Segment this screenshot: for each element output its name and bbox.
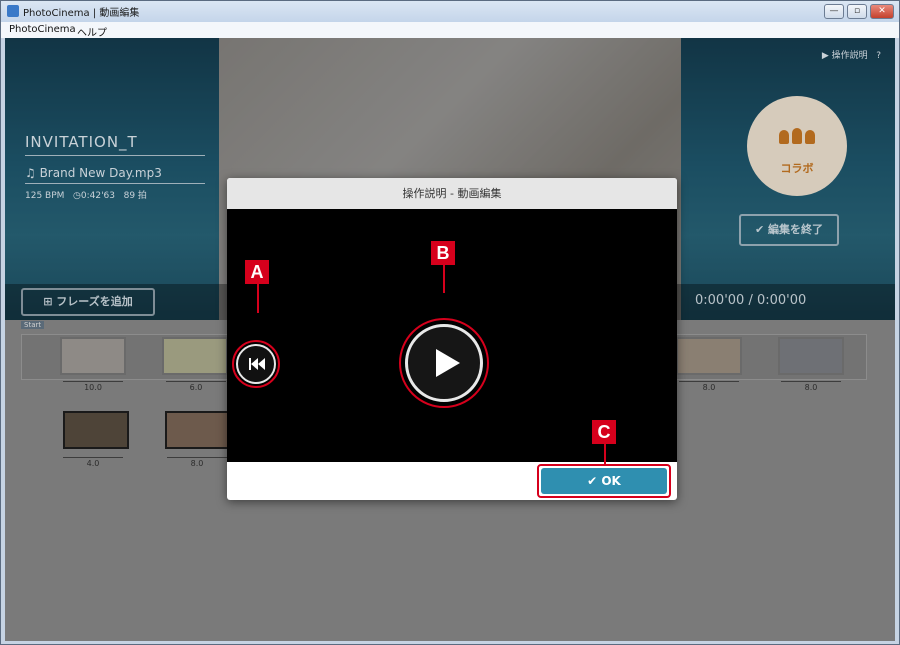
collab-label: コラボ: [780, 162, 814, 175]
clip-thumbnail[interactable]: [778, 337, 844, 375]
app-icon: [7, 5, 19, 17]
clip-duration: 10.0: [63, 381, 123, 392]
callout-b-line: [443, 265, 445, 293]
clock-icon: ◷: [73, 191, 81, 201]
clip-thumbnail[interactable]: [676, 337, 742, 375]
timecode: 0:00'00 / 0:00'00: [695, 293, 807, 308]
help-link[interactable]: ▶ 操作説明 ?: [822, 48, 881, 61]
menu-item-help[interactable]: ヘルプ: [77, 24, 107, 39]
dialog-title: 操作説明 - 動画編集: [227, 178, 677, 209]
maximize-button[interactable]: ▫: [847, 4, 867, 19]
duration-value: 0:42'63: [80, 191, 115, 201]
finish-label: 編集を終了: [768, 223, 824, 236]
clip-thumbnail[interactable]: [63, 411, 129, 449]
clip-duration: 8.0: [679, 381, 739, 392]
title-bar: PhotoCinema | 動画編集 — ▫ ✕: [1, 1, 899, 22]
menu-bar: PhotoCinema ヘルプ: [1, 22, 899, 39]
collab-button[interactable]: コラボ: [747, 96, 847, 196]
clip-duration: 8.0: [781, 381, 841, 392]
rewind-button[interactable]: [236, 344, 276, 384]
clip-duration: 4.0: [63, 457, 123, 468]
question-icon[interactable]: ?: [876, 51, 881, 61]
callout-c-line: [604, 444, 606, 466]
rewind-icon: [249, 358, 265, 370]
app-window: PhotoCinema | 動画編集 — ▫ ✕ PhotoCinema ヘルプ…: [0, 0, 900, 645]
clip-thumbnail[interactable]: [60, 337, 126, 375]
bpm-value: 125 BPM: [25, 191, 65, 201]
check-circle-icon: ✔: [587, 474, 602, 488]
music-track[interactable]: ♫ Brand New Day.mp3: [25, 166, 205, 184]
add-phrase-button[interactable]: ⊞ フレーズを追加: [21, 288, 155, 316]
callout-a-line: [257, 284, 259, 313]
video-help-icon: ▶: [821, 51, 829, 61]
window-title: PhotoCinema | 動画編集: [23, 8, 140, 19]
finish-editing-button[interactable]: ✔ 編集を終了: [739, 214, 839, 246]
beats-value: 89 拍: [123, 191, 147, 201]
ok-label: OK: [601, 474, 621, 488]
callout-a: A: [245, 260, 269, 284]
clip-duration: 8.0: [167, 457, 227, 468]
clip-duration: 6.0: [166, 381, 226, 392]
project-title[interactable]: INVITATION_T: [25, 133, 205, 156]
people-icon: [779, 128, 815, 144]
start-tag: Start: [21, 321, 45, 329]
minimize-button[interactable]: —: [824, 4, 844, 19]
check-icon: ✔: [754, 223, 769, 236]
add-phrase-label: フレーズを追加: [56, 295, 133, 308]
menu-item-photocinema[interactable]: PhotoCinema: [9, 24, 76, 35]
callout-c: C: [592, 420, 616, 444]
ok-button[interactable]: ✔ OK: [541, 468, 667, 494]
play-icon: [436, 349, 460, 377]
help-dialog: 操作説明 - 動画編集 ✔ OK: [227, 178, 677, 500]
close-button[interactable]: ✕: [870, 4, 894, 19]
add-phrase-icon: ⊞: [43, 295, 57, 308]
clip-thumbnail[interactable]: [165, 411, 231, 449]
clip-thumbnail[interactable]: [162, 337, 228, 375]
callout-b: B: [431, 241, 455, 265]
help-link-label: 操作説明: [831, 51, 868, 61]
play-button[interactable]: [405, 324, 483, 402]
project-meta: 125 BPM ◷0:42'63 89 拍: [25, 188, 147, 201]
